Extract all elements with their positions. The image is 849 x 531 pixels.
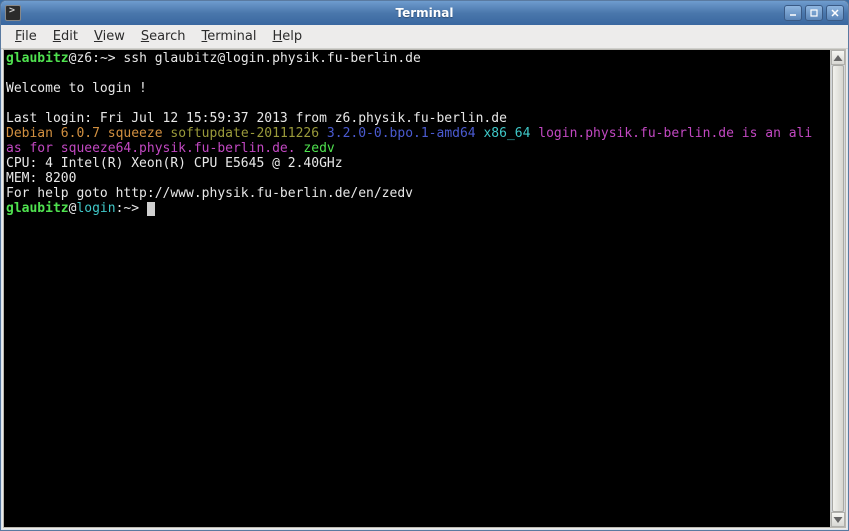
menu-edit[interactable]: Edit bbox=[45, 27, 86, 46]
terminal-window: Terminal File Edit View Search Terminal … bbox=[0, 0, 849, 531]
window-controls bbox=[784, 5, 844, 21]
motd-mem: MEM: 8200 bbox=[6, 171, 76, 186]
prompt2-user: glaubitz bbox=[6, 201, 69, 216]
motd-lastlogin: Last login: Fri Jul 12 15:59:37 2013 fro… bbox=[6, 111, 507, 126]
command-text: ssh glaubitz@login.physik.fu-berlin.de bbox=[123, 51, 420, 66]
motd-arch: x86_64 bbox=[483, 126, 538, 141]
menu-terminal[interactable]: Terminal bbox=[194, 27, 265, 46]
chevron-down-icon bbox=[832, 514, 844, 526]
prompt-user: glaubitz bbox=[6, 51, 69, 66]
terminal-area: glaubitz@z6:~> ssh glaubitz@login.physik… bbox=[3, 49, 846, 528]
motd-zedv: zedv bbox=[303, 141, 334, 156]
menubar: File Edit View Search Terminal Help bbox=[1, 25, 848, 49]
motd-alias2: as for squeeze64.physik.fu-berlin.de. bbox=[6, 141, 303, 156]
prompt-host: z6 bbox=[76, 51, 92, 66]
minimize-button[interactable] bbox=[784, 5, 802, 21]
terminal-app-icon bbox=[5, 5, 21, 21]
menu-search[interactable]: Search bbox=[133, 27, 194, 46]
scrollbar-track[interactable] bbox=[831, 65, 845, 512]
menu-help[interactable]: Help bbox=[264, 27, 310, 46]
maximize-icon bbox=[809, 8, 819, 18]
close-button[interactable] bbox=[826, 5, 844, 21]
scrollbar-thumb[interactable] bbox=[832, 65, 844, 512]
motd-kernel: 3.2.0-0.bpo.1-amd64 bbox=[327, 126, 484, 141]
prompt2-host: login bbox=[76, 201, 115, 216]
motd-help: For help goto http://www.physik.fu-berli… bbox=[6, 186, 413, 201]
motd-alias1: login.physik.fu-berlin.de is an ali bbox=[538, 126, 812, 141]
motd-cpu: CPU: 4 Intel(R) Xeon(R) CPU E5645 @ 2.40… bbox=[6, 156, 343, 171]
minimize-icon bbox=[788, 8, 798, 18]
motd-debian: Debian 6.0.7 squeeze bbox=[6, 126, 170, 141]
chevron-up-icon bbox=[832, 52, 844, 64]
menu-view[interactable]: View bbox=[86, 27, 133, 46]
maximize-button[interactable] bbox=[805, 5, 823, 21]
titlebar[interactable]: Terminal bbox=[1, 1, 848, 25]
scroll-up-button[interactable] bbox=[831, 50, 845, 65]
cursor-block bbox=[147, 202, 155, 216]
scroll-down-button[interactable] bbox=[831, 512, 845, 527]
prompt-sep: : bbox=[92, 51, 100, 66]
close-icon bbox=[830, 8, 840, 18]
menu-file[interactable]: File bbox=[7, 27, 45, 46]
prompt-path: ~ bbox=[100, 51, 108, 66]
scrollbar[interactable] bbox=[830, 50, 845, 527]
motd-softupdate: softupdate-20111226 bbox=[170, 126, 327, 141]
motd-welcome: Welcome to login ! bbox=[6, 81, 147, 96]
prompt-end: > bbox=[108, 51, 124, 66]
terminal-output[interactable]: glaubitz@z6:~> ssh glaubitz@login.physik… bbox=[4, 50, 830, 527]
window-title: Terminal bbox=[1, 6, 848, 20]
prompt2-end: > bbox=[131, 201, 147, 216]
